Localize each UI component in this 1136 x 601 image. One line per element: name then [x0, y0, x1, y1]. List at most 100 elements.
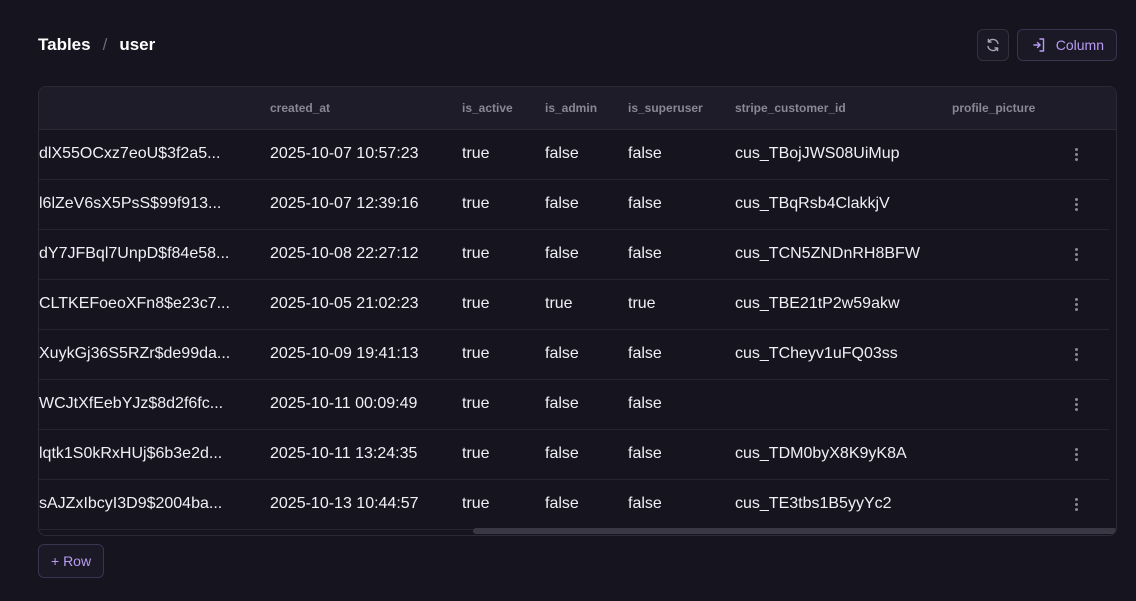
add-row-button[interactable]: + Row [38, 544, 105, 578]
toolbar-actions: Column [976, 29, 1117, 61]
menu-dot [1074, 347, 1078, 351]
table-header-row: created_at is_active is_admin is_superus… [39, 87, 1116, 130]
table-row[interactable]: CLTKEFoeoXFn8$e23c7... 2025-10-05 21:02:2… [39, 279, 1109, 330]
cell-created-at[interactable]: 2025-10-08 22:27:12 [270, 229, 419, 279]
more-vertical-icon[interactable] [1067, 394, 1085, 414]
table-row[interactable]: dlX55OCxz7eoU$3f2a5... 2025-10-07 10:57:2… [39, 129, 1109, 180]
cell-created-at[interactable]: 2025-10-11 00:09:49 [270, 379, 417, 429]
cell-is-superuser[interactable]: false [628, 429, 662, 479]
menu-dot [1074, 197, 1078, 201]
column-header-is-active[interactable]: is_active [462, 87, 513, 129]
cell-stripe-customer-id[interactable]: cus_TBqRsb4ClakkjV [735, 179, 890, 229]
menu-dot [1074, 452, 1078, 456]
cell-stripe-customer-id[interactable]: cus_TBojJWS08UiMup [735, 129, 900, 179]
cell-password-hash[interactable]: XuykGj36S5RZr$de99da... [39, 329, 239, 379]
cell-is-superuser[interactable]: false [628, 379, 662, 429]
horizontal-scrollbar[interactable] [473, 528, 1116, 534]
cell-created-at[interactable]: 2025-10-05 21:02:23 [270, 279, 419, 329]
cell-password-hash[interactable]: sAJZxIbcyI3D9$2004ba... [39, 479, 239, 529]
add-column-icon [1033, 38, 1044, 52]
cell-is-active[interactable]: true [462, 479, 490, 529]
breadcrumb-tables-link[interactable]: Tables [38, 35, 91, 55]
more-vertical-icon[interactable] [1067, 244, 1085, 264]
menu-dot [1074, 402, 1078, 406]
more-vertical-icon[interactable] [1067, 494, 1085, 514]
cell-is-active[interactable]: true [462, 129, 490, 179]
table-row[interactable]: WCJtXfEebYJz$8d2f6fc... 2025-10-11 00:09:… [39, 379, 1109, 430]
menu-dot [1074, 457, 1078, 461]
column-header-is-admin[interactable]: is_admin [545, 87, 597, 129]
cell-created-at[interactable]: 2025-10-07 10:57:23 [270, 129, 419, 179]
cell-created-at[interactable]: 2025-10-13 10:44:57 [270, 479, 419, 529]
refresh-icon [987, 38, 999, 52]
breadcrumb: Tables / user [38, 35, 155, 55]
cell-password-hash[interactable]: CLTKEFoeoXFn8$e23c7... [39, 279, 239, 329]
cell-stripe-customer-id[interactable]: cus_TCheyv1uFQ03ss [735, 329, 898, 379]
data-table: created_at is_active is_admin is_superus… [38, 86, 1117, 536]
cell-password-hash[interactable]: lqtk1S0kRxHUj$6b3e2d... [39, 429, 239, 479]
cell-is-active[interactable]: true [462, 279, 490, 329]
cell-created-at[interactable]: 2025-10-09 19:41:13 [270, 329, 419, 379]
column-header-stripe-customer-id[interactable]: stripe_customer_id [735, 87, 846, 129]
cell-is-admin[interactable]: false [545, 129, 579, 179]
menu-dot [1074, 207, 1078, 211]
cell-stripe-customer-id[interactable]: cus_TCN5ZNDnRH8BFW [735, 229, 920, 279]
cell-is-active[interactable]: true [462, 429, 490, 479]
menu-dot [1074, 357, 1078, 361]
add-column-button[interactable]: Column [1016, 29, 1117, 61]
cell-is-superuser[interactable]: false [628, 129, 662, 179]
cell-is-admin[interactable]: false [545, 379, 579, 429]
more-vertical-icon[interactable] [1067, 194, 1085, 214]
table-row[interactable]: lqtk1S0kRxHUj$6b3e2d... 2025-10-11 13:24:… [39, 429, 1109, 480]
more-vertical-icon[interactable] [1067, 444, 1085, 464]
cell-is-admin[interactable]: false [545, 179, 579, 229]
cell-is-superuser[interactable]: true [628, 279, 656, 329]
menu-dot [1074, 447, 1078, 451]
cell-is-active[interactable]: true [462, 179, 490, 229]
cell-is-superuser[interactable]: false [628, 479, 662, 529]
cell-stripe-customer-id[interactable]: cus_TDM0byX8K9yK8A [735, 429, 907, 479]
menu-dot [1074, 407, 1078, 411]
cell-stripe-customer-id[interactable]: cus_TBE21tP2w59akw [735, 279, 900, 329]
table-row[interactable]: XuykGj36S5RZr$de99da... 2025-10-09 19:41:… [39, 329, 1109, 380]
add-column-label: Column [1055, 37, 1104, 53]
cell-password-hash[interactable]: WCJtXfEebYJz$8d2f6fc... [39, 379, 239, 429]
menu-dot [1074, 297, 1078, 301]
cell-is-active[interactable]: true [462, 229, 490, 279]
cell-password-hash[interactable]: dlX55OCxz7eoU$3f2a5... [39, 129, 239, 179]
cell-stripe-customer-id[interactable]: cus_TE3tbs1B5yyYc2 [735, 479, 892, 529]
breadcrumb-separator: / [102, 35, 108, 54]
page-header: Tables / user Column [38, 28, 1117, 62]
more-vertical-icon[interactable] [1067, 344, 1085, 364]
cell-is-active[interactable]: true [462, 379, 490, 429]
cell-created-at[interactable]: 2025-10-11 13:24:35 [270, 429, 417, 479]
cell-is-admin[interactable]: true [545, 279, 573, 329]
cell-password-hash[interactable]: l6lZeV6sX5PsS$99f913... [39, 179, 239, 229]
refresh-button[interactable] [976, 29, 1009, 61]
menu-dot [1074, 307, 1078, 311]
more-vertical-icon[interactable] [1067, 294, 1085, 314]
column-header-created-at[interactable]: created_at [270, 87, 330, 129]
column-header-profile-picture[interactable]: profile_picture [952, 87, 1035, 129]
cell-created-at[interactable]: 2025-10-07 12:39:16 [270, 179, 419, 229]
cell-is-admin[interactable]: false [545, 329, 579, 379]
menu-dot [1074, 507, 1078, 511]
menu-dot [1074, 352, 1078, 356]
table-row[interactable]: dY7JFBql7UnpD$f84e58... 2025-10-08 22:27:… [39, 229, 1109, 280]
cell-is-superuser[interactable]: false [628, 179, 662, 229]
cell-password-hash[interactable]: dY7JFBql7UnpD$f84e58... [39, 229, 239, 279]
table-row[interactable]: sAJZxIbcyI3D9$2004ba... 2025-10-13 10:44:… [39, 479, 1109, 530]
more-vertical-icon[interactable] [1067, 144, 1085, 164]
breadcrumb-current-table: user [119, 35, 156, 54]
cell-is-superuser[interactable]: false [628, 229, 662, 279]
cell-is-superuser[interactable]: false [628, 329, 662, 379]
menu-dot [1074, 147, 1078, 151]
cell-is-admin[interactable]: false [545, 429, 579, 479]
cell-is-admin[interactable]: false [545, 229, 579, 279]
menu-dot [1074, 302, 1078, 306]
column-header-is-superuser[interactable]: is_superuser [628, 87, 703, 129]
cell-is-admin[interactable]: false [545, 479, 579, 529]
menu-dot [1074, 497, 1078, 501]
cell-is-active[interactable]: true [462, 329, 490, 379]
table-row[interactable]: l6lZeV6sX5PsS$99f913... 2025-10-07 12:39:… [39, 179, 1109, 230]
